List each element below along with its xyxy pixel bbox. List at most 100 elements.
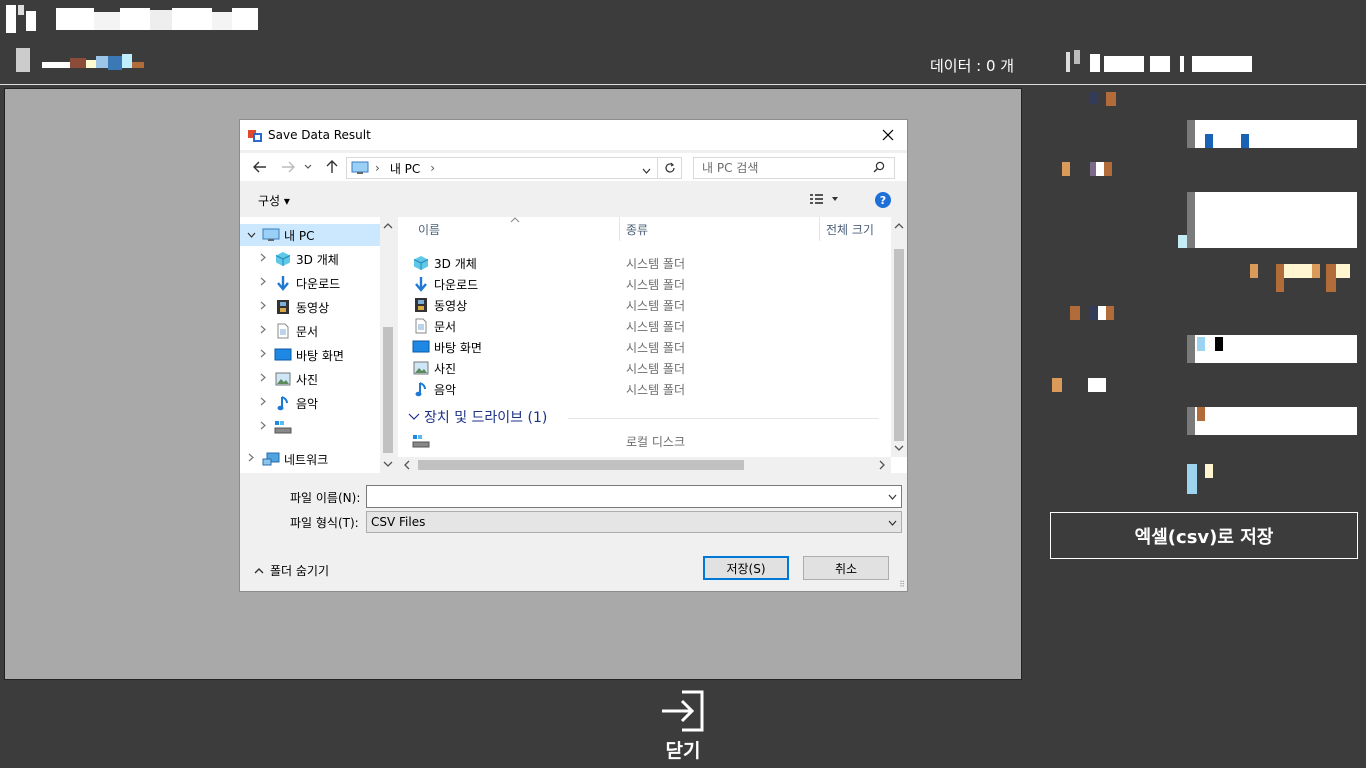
scroll-left-icon[interactable]: [400, 457, 414, 473]
list-item[interactable]: 문서 시스템 폴더: [412, 316, 882, 336]
item-name: 사진: [434, 361, 457, 376]
chevron-right-icon[interactable]: [240, 453, 262, 465]
item-type: 시스템 폴더: [626, 319, 686, 334]
close-button[interactable]: 닫기: [650, 690, 716, 763]
up-button[interactable]: [322, 157, 342, 177]
data-count: 데이터 : 0 개: [930, 57, 1015, 75]
column-size-label: 전체 크기: [826, 222, 874, 237]
address-dropdown[interactable]: [642, 163, 651, 177]
hscroll-thumb[interactable]: [418, 460, 744, 470]
address-bar[interactable]: › 내 PC ›: [346, 157, 658, 179]
chevron-right-icon[interactable]: [252, 325, 274, 337]
list-item[interactable]: 다운로드 시스템 폴더: [412, 274, 882, 294]
nav-item-3d-objects[interactable]: 3D 개체: [252, 248, 392, 270]
search-input[interactable]: [693, 157, 895, 179]
column-header-name[interactable]: 이름: [398, 217, 620, 241]
chevron-right-icon[interactable]: [252, 373, 274, 385]
field-label-mosaic: [1062, 162, 1112, 181]
field-label-mosaic: [1070, 306, 1114, 325]
item-name: 음악: [434, 382, 457, 397]
drive-icon: [412, 433, 430, 449]
address-separator: ›: [430, 161, 436, 175]
cube-icon: [412, 255, 430, 271]
cancel-button[interactable]: 취소: [803, 556, 889, 580]
filename-label: 파일 이름(N):: [290, 491, 361, 505]
scroll-down-icon[interactable]: [380, 457, 396, 471]
film-icon: [412, 297, 430, 313]
nav-item-network[interactable]: 네트워크: [240, 448, 380, 470]
nav-item-documents[interactable]: 문서: [252, 320, 392, 342]
nav-item-label: 사진: [296, 372, 319, 387]
list-item[interactable]: 3D 개체 시스템 폴더: [412, 253, 882, 273]
navigation-pane: 내 PC 3D 개체 다운로드 동영상 문서 바탕 화면 사진 음악 네트워크: [240, 217, 396, 473]
save-csv-button[interactable]: 엑셀(csv)로 저장: [1050, 512, 1358, 559]
film-icon: [274, 299, 292, 315]
filetype-select[interactable]: CSV Files: [366, 511, 902, 533]
document-icon: [274, 323, 292, 339]
help-icon[interactable]: ?: [875, 192, 891, 208]
nav-item-label: 3D 개체: [296, 252, 339, 267]
dialog-titlebar[interactable]: Save Data Result: [240, 120, 907, 150]
list-item[interactable]: 바탕 화면 시스템 폴더: [412, 337, 882, 357]
organize-menu[interactable]: 구성 ▾: [258, 192, 290, 209]
dialog-close-button[interactable]: [877, 124, 899, 146]
scroll-up-icon[interactable]: [891, 219, 907, 233]
list-item[interactable]: 음악 시스템 폴더: [412, 379, 882, 399]
filename-field[interactable]: [366, 485, 902, 508]
hide-folders-toggle[interactable]: 폴더 숨기기: [254, 562, 329, 579]
view-options-button[interactable]: [810, 193, 840, 208]
scroll-right-icon[interactable]: [875, 457, 889, 473]
nav-item-this-pc[interactable]: 내 PC: [240, 224, 380, 246]
hide-folders-label: 폴더 숨기기: [270, 564, 330, 578]
chevron-down-icon[interactable]: [888, 492, 897, 503]
nav-item-videos[interactable]: 동영상: [252, 296, 392, 318]
scroll-up-icon[interactable]: [380, 219, 396, 233]
nav-scroll-thumb[interactable]: [383, 327, 393, 453]
chevron-right-icon[interactable]: [252, 397, 274, 409]
refresh-icon: [664, 162, 675, 173]
item-type: 시스템 폴더: [626, 340, 686, 355]
file-scroll-thumb[interactable]: [894, 249, 904, 441]
input-field-4[interactable]: [1187, 407, 1357, 435]
devices-group-header[interactable]: 장치 및 드라이브 (1): [408, 407, 547, 427]
nav-scrollbar[interactable]: [380, 217, 396, 473]
app-title: [6, 4, 258, 34]
nav-item-music[interactable]: 음악: [252, 392, 392, 414]
item-name: 동영상: [434, 298, 468, 313]
file-list-hscrollbar[interactable]: [398, 457, 891, 473]
chevron-right-icon[interactable]: [252, 349, 274, 361]
list-item[interactable]: 로컬 디스크: [412, 431, 882, 451]
back-button[interactable]: [250, 157, 270, 177]
item-type: 시스템 폴더: [626, 256, 686, 271]
column-header-size[interactable]: 전체 크기: [820, 217, 892, 241]
list-item[interactable]: 동영상 시스템 폴더: [412, 295, 882, 315]
address-crumb[interactable]: 내 PC: [390, 160, 420, 177]
forward-button[interactable]: [278, 157, 298, 177]
scroll-down-icon[interactable]: [891, 441, 907, 455]
refresh-button[interactable]: [658, 157, 682, 179]
recent-dropdown[interactable]: [302, 157, 314, 177]
chevron-right-icon[interactable]: [252, 253, 274, 265]
chevron-down-icon[interactable]: [240, 230, 262, 241]
app-logo: [6, 5, 36, 33]
exit-icon: [662, 690, 704, 732]
chevron-right-icon[interactable]: [252, 421, 274, 433]
column-header-type[interactable]: 종류: [620, 217, 820, 241]
save-button[interactable]: 저장(S): [703, 556, 789, 580]
input-field-2[interactable]: [1187, 192, 1357, 248]
list-item[interactable]: 사진 시스템 폴더: [412, 358, 882, 378]
chevron-right-icon[interactable]: [252, 277, 274, 289]
input-field-3[interactable]: [1187, 335, 1357, 363]
nav-item-downloads[interactable]: 다운로드: [252, 272, 392, 294]
nav-item-desktop[interactable]: 바탕 화면: [252, 344, 392, 366]
nav-item-label: 동영상: [296, 300, 330, 315]
nav-item-pictures[interactable]: 사진: [252, 368, 392, 390]
item-name: 다운로드: [434, 277, 479, 292]
nav-item-local-drive[interactable]: [252, 416, 392, 438]
file-list-scrollbar[interactable]: [891, 217, 907, 457]
address-separator: ›: [375, 161, 380, 175]
chevron-right-icon[interactable]: [252, 301, 274, 313]
resize-grip-icon[interactable]: ⠿: [899, 580, 905, 589]
input-field-1[interactable]: [1187, 120, 1357, 148]
item-type: 시스템 폴더: [626, 298, 686, 313]
